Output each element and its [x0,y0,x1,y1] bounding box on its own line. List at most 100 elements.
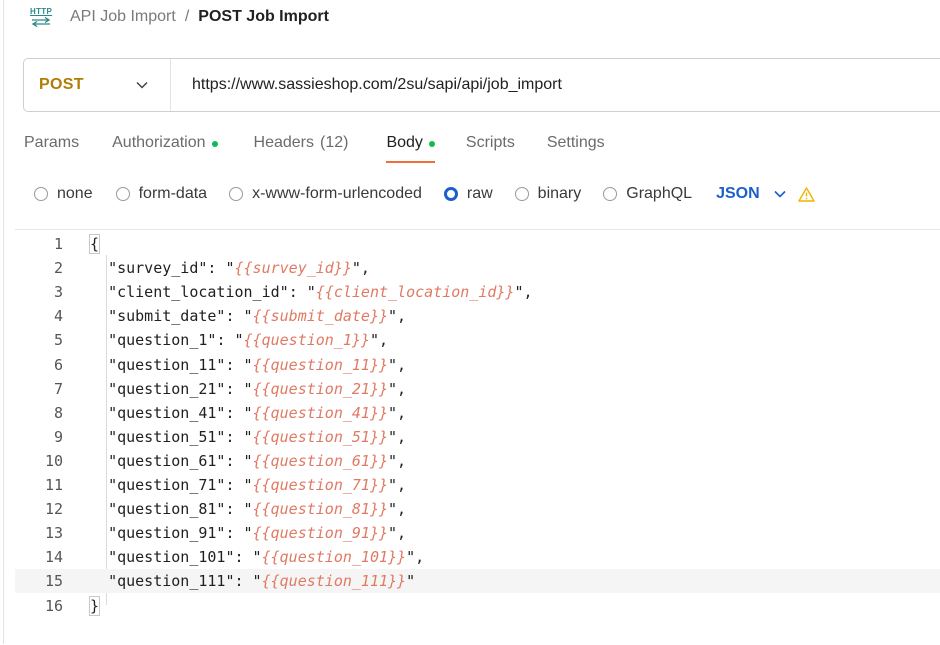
line-number: 15 [44,572,63,591]
line-number: 4 [53,307,63,326]
template-variable: {{question_91}} [252,524,389,543]
body-type-graphql[interactable]: GraphQL [603,185,692,203]
json-key: "question_81" [108,500,226,519]
format-select[interactable]: JSON [716,185,786,203]
template-variable: {{question_81}} [252,500,389,519]
json-key: "question_91" [108,524,226,543]
format-label: JSON [716,185,760,202]
breadcrumb: HTTP API Job Import / POST Job Import [30,6,329,28]
tab-headers[interactable]: Headers (12) [254,134,349,164]
code-line[interactable]: 11 "question_71": "{{question_71}}", [15,473,940,497]
body-type-binary[interactable]: binary [514,185,582,203]
radio-label: binary [537,185,582,202]
breadcrumb-parent[interactable]: API Job Import [70,8,176,26]
url-input[interactable] [190,75,894,95]
line-content: "submit_date": "{{submit_date}}", [108,307,407,326]
body-type-raw[interactable]: raw [443,185,493,203]
code-line[interactable]: 3 "client_location_id": "{{client_locati… [15,280,940,304]
template-variable: {{question_51}} [252,427,389,446]
line-content: "question_1": "{{question_1}}", [108,331,389,350]
tab-params[interactable]: Params [24,134,79,164]
template-variable: {{question_101}} [261,548,407,567]
code-line[interactable]: 16} [15,594,940,618]
json-key: "question_101" [108,548,235,567]
tab-settings[interactable]: Settings [547,134,605,164]
left-divider [3,0,4,644]
template-variable: {{question_71}} [252,476,389,494]
code-line[interactable]: 9 "question_51": "{{question_51}}", [15,425,940,449]
request-tabs: Params Authorization Headers (12) Body Script… [24,134,605,164]
radio-label: raw [466,185,493,202]
tab-label: Settings [546,134,605,151]
body-type-x-www-form-urlencoded[interactable]: x-www-form-urlencoded [229,185,422,203]
code-line[interactable]: 2 "survey_id": "{{survey_id}}", [15,256,940,280]
template-variable: {{question_11}} [252,355,389,374]
warning-icon[interactable] [797,186,815,202]
line-content: "survey_id": "{{survey_id}}", [108,259,370,278]
code-line[interactable]: 5 "question_1": "{{question_1}}", [15,328,940,352]
radio-circle [229,187,244,201]
code-line[interactable]: 12 "question_81": "{{question_81}}", [15,497,940,521]
template-variable: {{question_111}} [261,572,407,591]
body-type-none[interactable]: none [34,185,93,203]
line-number: 3 [53,283,63,302]
json-key: "survey_id" [108,259,208,278]
line-number: 10 [44,451,63,470]
code-line[interactable]: 14 "question_101": "{{question_101}}", [15,545,940,569]
status-dot [211,141,218,147]
code-line[interactable]: 4 "submit_date": "{{submit_date}}", [15,304,940,328]
line-content: "question_51": "{{question_51}}", [108,427,407,446]
code-line[interactable]: 10 "question_61": "{{question_61}}", [15,449,940,473]
request-title[interactable]: POST Job Import [198,8,329,26]
code-line[interactable]: 8 "question_41": "{{question_41}}", [15,401,940,425]
radio-label: form-data [138,185,208,202]
json-brace: { [88,234,101,254]
line-number: 2 [53,259,63,278]
radio-circle [443,187,458,201]
status-dot [428,141,435,147]
template-variable: {{question_41}} [252,403,389,422]
code-line[interactable]: 15 "question_111": "{{question_111}}" [15,569,940,594]
tab-label: Authorization [112,134,206,151]
json-key: "question_21" [108,379,226,398]
json-key: "question_61" [108,451,226,470]
chevron-down-icon [136,81,148,89]
line-number: 8 [53,403,63,422]
code-line[interactable]: 13 "question_91": "{{question_91}}", [15,521,940,545]
radio-circle [115,187,130,201]
line-number: 12 [44,500,63,519]
code-line[interactable]: 6 "question_11": "{{question_11}}", [15,353,940,377]
line-content: "question_61": "{{question_61}}", [108,451,407,470]
template-variable: {{survey_id}} [234,259,352,278]
json-key: "question_111" [108,572,235,591]
body-type-form-data[interactable]: form-data [115,185,208,203]
tab-authorization[interactable]: Authorization [112,134,218,164]
template-variable: {{submit_date}} [252,307,389,326]
url-bar: POST [23,58,940,112]
line-number: 7 [53,379,63,398]
tab-label: Headers [253,134,314,151]
chevron-down-icon [774,190,786,198]
template-variable: {{question_61}} [252,451,389,470]
line-number: 6 [53,355,63,374]
radio-circle [603,187,618,201]
radio-circle [34,187,48,201]
radio-label: x-www-form-urlencoded [252,185,422,202]
json-key: "question_1" [108,331,217,350]
tab-body[interactable]: Body [386,134,436,164]
tab-scripts[interactable]: Scripts [466,134,515,164]
method-label: POST [39,76,84,93]
line-content: "question_91": "{{question_91}}", [108,524,407,543]
line-number: 14 [44,548,63,567]
code-line[interactable]: 7 "question_21": "{{question_21}}", [15,377,940,401]
radio-label: none [57,185,93,202]
http-icon: HTTP [30,7,52,27]
tab-label: Params [24,134,80,151]
tab-label: Body [386,134,423,151]
method-select[interactable]: POST [24,59,171,111]
json-brace: } [88,595,101,616]
line-content: { [88,232,101,256]
code-editor[interactable]: 1{2 "survey_id": "{{survey_id}}", 3 "clie… [15,229,940,645]
json-key: "question_51" [108,427,226,446]
code-line[interactable]: 1{ [15,232,940,256]
